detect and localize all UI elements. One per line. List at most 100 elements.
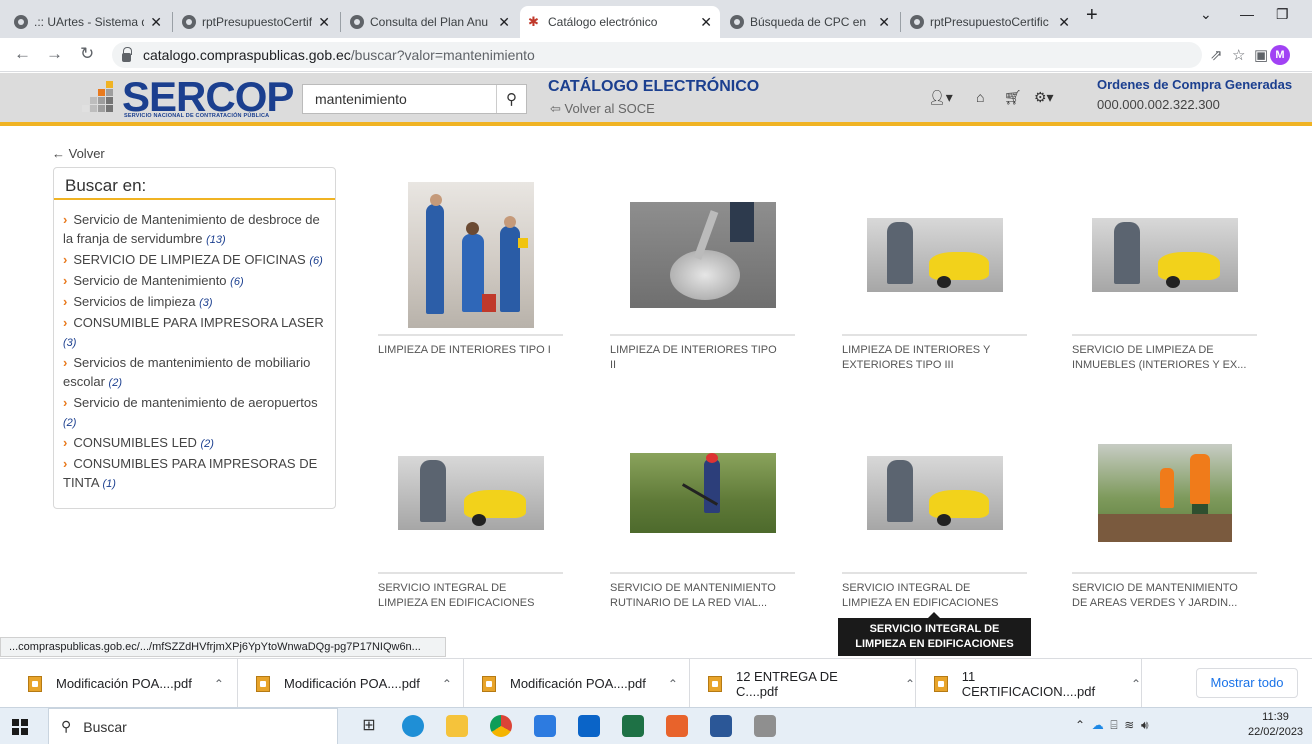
task-view-icon[interactable]: ⊞ (358, 715, 380, 737)
filter-item[interactable]: › Servicios de limpieza (3) (63, 292, 327, 313)
word-icon[interactable] (710, 715, 732, 737)
chevron-up-icon[interactable]: ⌃ (442, 677, 452, 691)
close-icon[interactable]: ✕ (700, 14, 712, 31)
profile-avatar[interactable]: M (1270, 45, 1290, 65)
filter-item[interactable]: › CONSUMIBLE PARA IMPRESORA LASER (3) (63, 313, 327, 353)
wifi-icon[interactable]: ≋ (1124, 718, 1134, 732)
app-icon[interactable] (666, 715, 688, 737)
new-tab-button[interactable]: + (1086, 4, 1098, 27)
network-icon[interactable]: ⌸ (1110, 718, 1117, 732)
search-icon[interactable]: ⚲ (496, 85, 526, 113)
gardeners-photo (1097, 444, 1232, 542)
sercop-logo[interactable]: SERCOP SERVICIO NACIONAL DE CONTRATACIÓN… (82, 73, 294, 121)
download-item[interactable]: 11 CERTIFICACION....pdf ⌃ (916, 659, 1142, 708)
filter-item[interactable]: › SERVICIO DE LIMPIEZA DE OFICINAS (6) (63, 250, 327, 271)
filter-item-label: CONSUMIBLES PARA IMPRESORAS DE TINTA (63, 456, 318, 490)
back-to-soce-link[interactable]: ⇦ Volver al SOCE (550, 101, 655, 117)
product-image[interactable] (842, 418, 1027, 568)
tab-catalogo-electronico[interactable]: ✱ Catálogo electrónico ✕ (520, 6, 720, 38)
site-favicon-icon: ✱ (528, 14, 539, 29)
star-icon[interactable]: ☆ (1232, 46, 1245, 64)
filter-item[interactable]: › CONSUMIBLES PARA IMPRESORAS DE TINTA (1… (63, 454, 327, 494)
download-item[interactable]: Modificación POA....pdf ⌃ (0, 659, 238, 708)
tab-search-chevron-icon[interactable]: ⌄ (1200, 6, 1212, 23)
address-bar[interactable]: catalogo.compraspublicas.gob.ec/buscar?v… (112, 42, 1202, 68)
show-all-downloads-button[interactable]: Mostrar todo (1196, 668, 1298, 698)
volume-icon[interactable]: 🔊︎ (1141, 718, 1149, 732)
system-tray[interactable]: ⌃ ☁ ⌸ ≋ 🔊︎ (1075, 718, 1149, 733)
tab-title: rptPresupuestoCertific (930, 15, 1049, 29)
tab-rpt-presupuesto[interactable]: rptPresupuestoCertific ✕ (174, 6, 338, 38)
app-icon[interactable] (534, 715, 556, 737)
share-icon[interactable]: ⇗ (1210, 46, 1223, 64)
taskbar-search[interactable]: ⚲ Buscar (48, 708, 338, 744)
minimize-button[interactable]: — (1240, 6, 1254, 22)
product-image[interactable] (378, 418, 563, 568)
taskbar-clock[interactable]: 11:39 22/02/2023 (1248, 710, 1303, 740)
product-title-line: SERVICIO INTEGRAL DE (842, 582, 971, 594)
close-icon[interactable]: ✕ (150, 14, 162, 31)
url-host: catalogo.compraspublicas.gob.ec (143, 47, 351, 63)
tab-rpt-presupuesto-2[interactable]: rptPresupuestoCertific ✕ (902, 6, 1078, 38)
product-title[interactable]: LIMPIEZA DE INTERIORES TIPO I (378, 343, 568, 358)
chevron-up-icon[interactable]: ⌃ (1075, 718, 1085, 732)
product-image[interactable] (378, 180, 563, 330)
windows-taskbar: ⚲ Buscar ⊞ ⌃ ☁ ⌸ ≋ 🔊︎ 11:39 22/02/2023 (0, 707, 1312, 744)
cloud-icon[interactable]: ☁ (1092, 718, 1104, 732)
product-image[interactable] (1072, 418, 1257, 568)
windows-start-icon[interactable] (12, 719, 28, 735)
filter-item[interactable]: › Servicio de mantenimiento de aeropuerto… (63, 393, 327, 433)
home-icon[interactable]: ⌂ (976, 89, 984, 105)
close-icon[interactable]: ✕ (1058, 14, 1070, 31)
excel-icon[interactable] (622, 715, 644, 737)
app-icon[interactable] (754, 715, 776, 737)
search-input[interactable] (303, 85, 496, 113)
product-title-line: RUTINARIO DE LA RED VIAL... (610, 597, 768, 609)
restore-button[interactable]: ❐ (1276, 6, 1289, 23)
tab-busqueda-cpc[interactable]: Búsqueda de CPC en ✕ (722, 6, 898, 38)
file-explorer-icon[interactable] (446, 715, 468, 737)
reload-icon[interactable]: ↻ (80, 44, 94, 64)
product-title[interactable]: SERVICIO DE MANTENIMIENTO DE AREAS VERDES… (1072, 581, 1262, 611)
close-icon[interactable]: ✕ (878, 14, 890, 31)
chevron-up-icon[interactable]: ⌃ (1131, 677, 1141, 691)
download-item[interactable]: Modificación POA....pdf ⌃ (464, 659, 690, 708)
close-icon[interactable]: ✕ (498, 14, 510, 31)
download-item[interactable]: 12 ENTREGA DE C....pdf ⌃ (690, 659, 916, 708)
product-image[interactable] (842, 180, 1027, 330)
taskbar-search-placeholder: Buscar (83, 718, 127, 735)
user-menu-icon[interactable]: 👤︎▾ (928, 89, 953, 106)
product-title[interactable]: LIMPIEZA DE INTERIORES Y EXTERIORES TIPO … (842, 343, 1032, 373)
close-icon[interactable]: ✕ (318, 14, 330, 31)
chevron-up-icon[interactable]: ⌃ (214, 677, 224, 691)
tab-title: .:: UArtes - Sistema de (34, 15, 145, 29)
chevron-up-icon[interactable]: ⌃ (668, 677, 678, 691)
sidepanel-icon[interactable]: ▣ (1254, 46, 1268, 64)
cart-icon[interactable]: 🛒︎ (1004, 89, 1022, 106)
product-title-line: INMUEBLES (INTERIORES Y EX... (1072, 359, 1247, 371)
back-link[interactable]: ← Volver (52, 146, 105, 161)
product-title[interactable]: LIMPIEZA DE INTERIORES TIPO II (610, 343, 800, 373)
edge-browser-icon[interactable] (402, 715, 424, 737)
tab-consulta-plan[interactable]: Consulta del Plan Anu ✕ (342, 6, 518, 38)
tab-uartes[interactable]: .:: UArtes - Sistema de ✕ (6, 6, 170, 38)
product-title[interactable]: SERVICIO DE LIMPIEZA DE INMUEBLES (INTERI… (1072, 343, 1262, 373)
outlook-icon[interactable] (578, 715, 600, 737)
forward-arrow-icon[interactable]: → (46, 44, 63, 64)
filter-item[interactable]: › CONSUMIBLES LED (2) (63, 433, 327, 454)
product-image[interactable] (610, 418, 795, 568)
settings-gear-icon[interactable]: ⚙▾ (1034, 89, 1054, 106)
filter-item[interactable]: › Servicios de mantenimiento de mobiliari… (63, 353, 327, 393)
product-title[interactable]: SERVICIO INTEGRAL DE LIMPIEZA EN EDIFICAC… (842, 581, 1032, 611)
back-arrow-icon[interactable]: ← (14, 44, 31, 64)
filter-item[interactable]: › Servicio de Mantenimiento (6) (63, 271, 327, 292)
chevron-up-icon[interactable]: ⌃ (905, 677, 915, 691)
product-image[interactable] (610, 180, 795, 330)
product-title[interactable]: SERVICIO INTEGRAL DE LIMPIEZA EN EDIFICAC… (378, 581, 568, 611)
download-item[interactable]: Modificación POA....pdf ⌃ (238, 659, 464, 708)
filter-item-count: (3) (199, 297, 213, 309)
chrome-browser-icon[interactable] (490, 715, 512, 737)
product-title[interactable]: SERVICIO DE MANTENIMIENTO RUTINARIO DE LA… (610, 581, 800, 611)
product-image[interactable] (1072, 180, 1257, 330)
filter-item[interactable]: › Servicio de Mantenimiento de desbroce d… (63, 210, 327, 250)
